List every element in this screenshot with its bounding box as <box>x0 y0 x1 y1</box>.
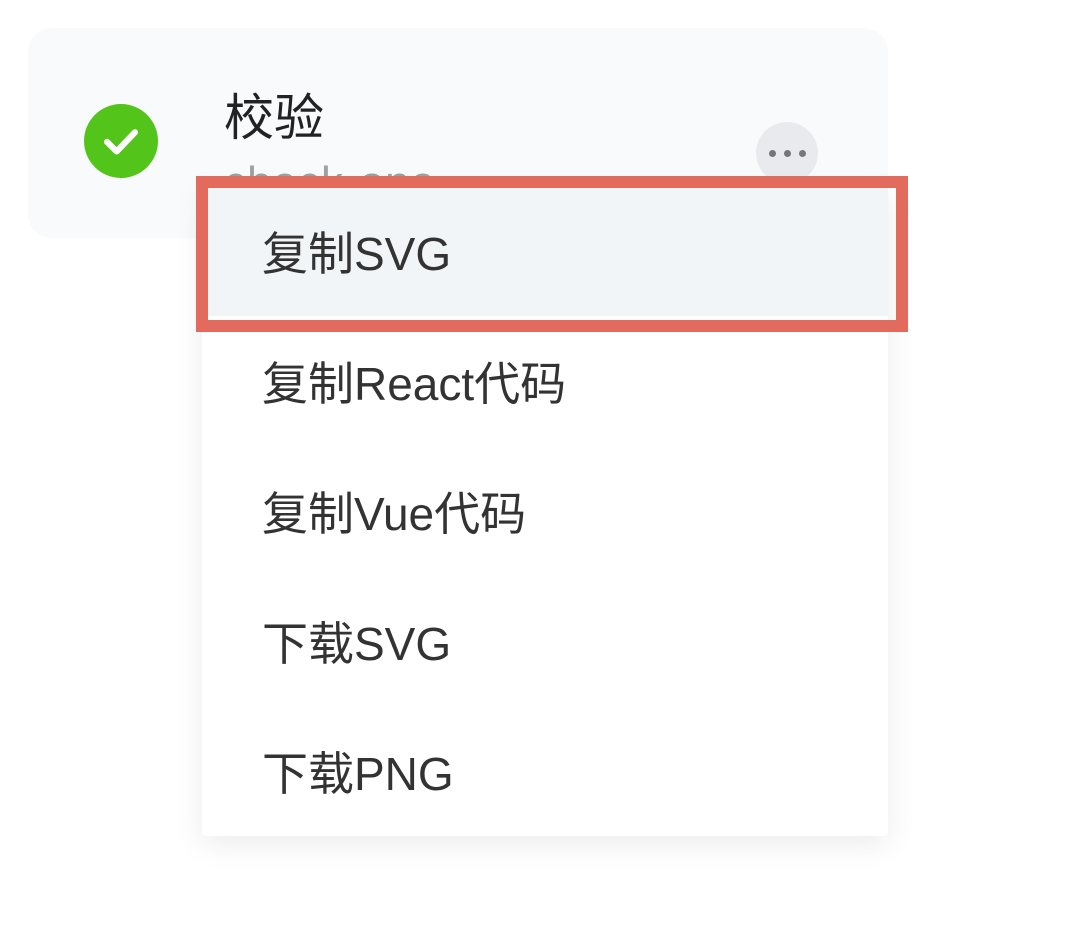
menu-item-copy-react[interactable]: 复制React代码 <box>202 316 888 446</box>
check-one-icon <box>84 104 158 178</box>
more-button[interactable] <box>756 122 818 184</box>
icon-title: 校验 <box>224 88 436 148</box>
ellipsis-icon <box>799 150 806 157</box>
ellipsis-icon <box>784 150 791 157</box>
menu-item-copy-vue[interactable]: 复制Vue代码 <box>202 446 888 576</box>
menu-item-copy-svg[interactable]: 复制SVG <box>202 186 888 316</box>
ellipsis-icon <box>769 150 776 157</box>
context-menu: 复制SVG 复制React代码 复制Vue代码 下载SVG 下载PNG <box>202 186 888 836</box>
menu-item-download-svg[interactable]: 下载SVG <box>202 576 888 706</box>
menu-item-download-png[interactable]: 下载PNG <box>202 706 888 836</box>
